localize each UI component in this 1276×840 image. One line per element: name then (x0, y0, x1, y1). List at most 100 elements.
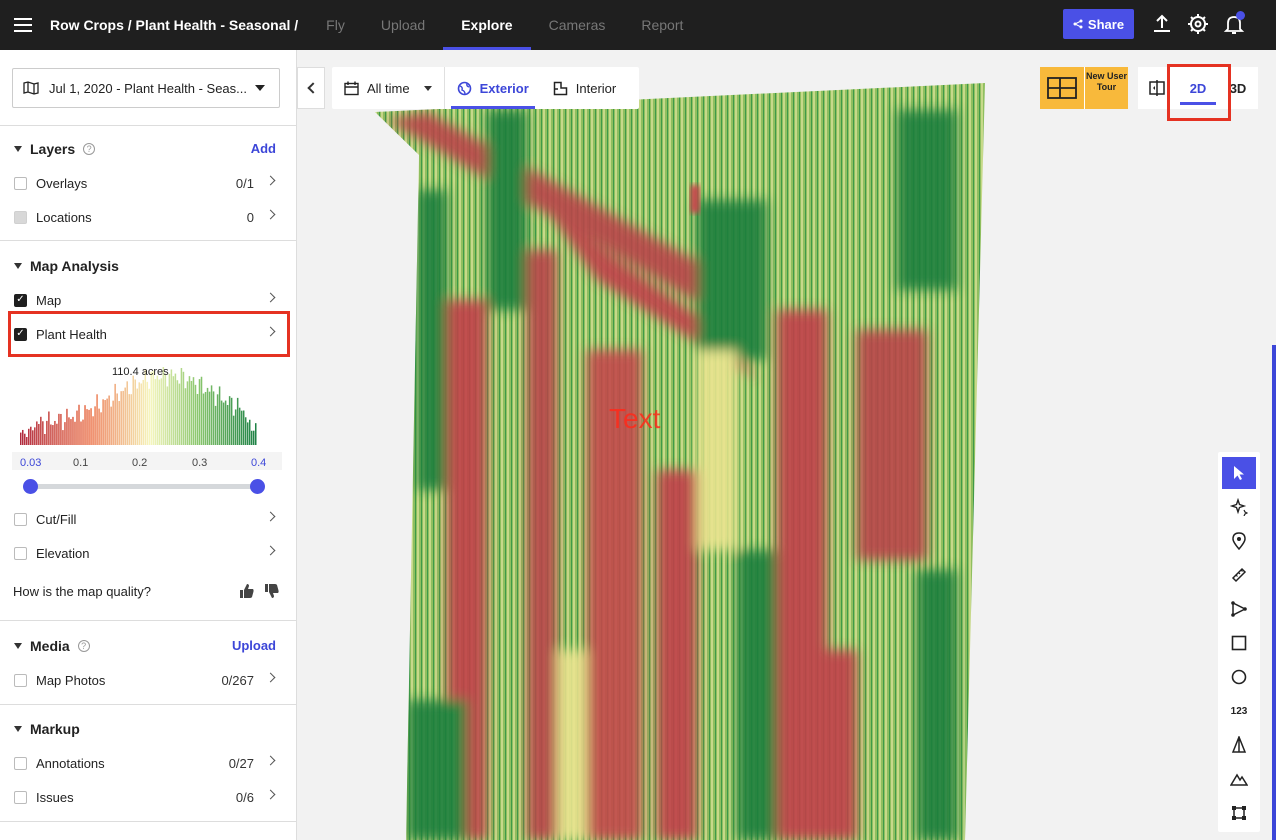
map-photos-label: Map Photos (36, 672, 106, 688)
histogram-bar (42, 421, 44, 445)
map-photos-checkbox[interactable] (14, 673, 27, 687)
location-tool[interactable] (1222, 525, 1256, 557)
calendar-icon (344, 81, 359, 95)
histogram-bar (198, 379, 201, 445)
tab-exterior[interactable]: Exterior (445, 67, 541, 109)
tab-interior[interactable]: Interior (541, 67, 628, 109)
histogram-bar (248, 419, 251, 445)
tab-explore[interactable]: Explore (443, 0, 531, 50)
sidebar-item-map[interactable]: ✓ Map (14, 290, 278, 310)
count-tool[interactable]: 123 (1222, 695, 1256, 727)
tab-cameras[interactable]: Cameras (531, 0, 624, 50)
sidebar-item-locations[interactable]: Locations 0 (14, 207, 278, 227)
histogram-bar (70, 419, 72, 445)
histogram-bar (156, 375, 159, 445)
cut-fill-checkbox[interactable] (14, 512, 27, 526)
chevron-right-icon[interactable] (265, 511, 276, 522)
edge-panel (1272, 345, 1276, 840)
menu-icon[interactable] (0, 0, 46, 50)
tab-fly[interactable]: Fly (308, 0, 363, 50)
tick-label: 0.2 (132, 457, 148, 469)
issues-label: Issues (36, 789, 74, 805)
time-filter-dropdown[interactable]: All time (332, 67, 444, 109)
map-checkbox[interactable]: ✓ (14, 293, 27, 307)
add-layer-button[interactable]: Add (251, 141, 276, 156)
histogram-bar (38, 424, 40, 445)
rectangle-tool[interactable] (1222, 627, 1256, 659)
range-slider-track[interactable] (30, 484, 257, 489)
sidebar-item-overlays[interactable]: Overlays 0/1 (14, 173, 278, 193)
map-viewport[interactable] (297, 50, 1276, 840)
overlays-label: Overlays (36, 175, 88, 191)
annotations-checkbox[interactable] (14, 756, 27, 770)
divider (0, 240, 296, 241)
sidebar-item-issues[interactable]: Issues 0/6 (14, 787, 278, 807)
pointer-tool[interactable] (1222, 457, 1256, 489)
histogram-bar (170, 369, 173, 445)
locations-checkbox[interactable] (14, 210, 27, 224)
help-icon[interactable]: ? (83, 143, 96, 155)
cut-fill-label: Cut/Fill (36, 511, 77, 527)
square-icon (1231, 635, 1247, 651)
circle-tool[interactable] (1222, 661, 1256, 693)
histogram-bar (68, 417, 70, 445)
range-slider-max-handle[interactable] (249, 479, 265, 494)
tab-upload[interactable]: Upload (363, 0, 443, 50)
map-analysis-section-header[interactable]: Map Analysis (14, 258, 119, 274)
chevron-right-icon[interactable] (265, 755, 276, 766)
histogram-bar (114, 383, 116, 445)
ruler-tool[interactable] (1222, 559, 1256, 591)
collapse-sidebar-button[interactable] (297, 67, 325, 109)
terrain-tool[interactable] (1222, 763, 1256, 795)
thumbs-up-icon[interactable] (239, 583, 255, 599)
chevron-right-icon[interactable] (265, 209, 276, 220)
volume-tool[interactable] (1222, 729, 1256, 761)
magic-icon (1230, 498, 1248, 516)
chevron-right-icon[interactable] (265, 545, 276, 556)
chevron-right-icon[interactable] (265, 672, 276, 683)
new-user-tour-button[interactable]: New User Tour (1040, 67, 1128, 109)
sidebar-item-map-photos[interactable]: Map Photos 0/267 (14, 670, 278, 690)
histogram-bar (84, 405, 86, 445)
upload-icon[interactable] (1151, 13, 1173, 35)
highlight-box-2d (1167, 64, 1231, 121)
histogram-bar (148, 388, 151, 445)
sidebar-item-annotations[interactable]: Annotations 0/27 (14, 753, 278, 773)
histogram-bar (226, 404, 229, 445)
map-text-annotation[interactable]: Text (609, 403, 660, 435)
chevron-right-icon[interactable] (265, 292, 276, 303)
layers-section-header[interactable]: Layers ? (14, 141, 96, 157)
histogram-bar (190, 380, 193, 445)
histogram-bar (124, 387, 126, 445)
plant-health-map[interactable] (297, 50, 1276, 840)
histogram-bar (106, 398, 108, 445)
histogram-bar (40, 416, 42, 445)
magic-tool[interactable] (1222, 491, 1256, 523)
histogram-bar (212, 391, 215, 445)
upload-media-button[interactable]: Upload (232, 638, 276, 653)
help-icon[interactable]: ? (77, 640, 90, 652)
media-section-header[interactable]: Media ? (14, 638, 90, 654)
share-button[interactable]: Share (1063, 9, 1134, 39)
thumbs-down-icon[interactable] (264, 583, 280, 599)
chevron-right-icon[interactable] (265, 175, 276, 186)
sidebar-item-cut-fill[interactable]: Cut/Fill (14, 509, 278, 529)
sidebar-item-elevation[interactable]: Elevation (14, 543, 278, 563)
overlays-checkbox[interactable] (14, 176, 27, 190)
gear-icon[interactable] (1187, 13, 1209, 35)
tab-report[interactable]: Report (623, 0, 701, 50)
divider (0, 821, 296, 822)
date-select[interactable]: Jul 1, 2020 - Plant Health - Seas... (12, 68, 280, 108)
range-slider-min-handle[interactable] (22, 479, 38, 494)
polyline-tool[interactable] (1222, 593, 1256, 625)
breadcrumb[interactable]: Row Crops / Plant Health - Seasonal / (50, 17, 298, 33)
chevron-right-icon[interactable] (265, 789, 276, 800)
crop-tool[interactable] (1222, 797, 1256, 829)
histogram-bar (234, 409, 237, 445)
tick-label: 0.1 (73, 457, 89, 469)
circle-icon (1231, 669, 1247, 685)
elevation-checkbox[interactable] (14, 546, 27, 560)
issues-checkbox[interactable] (14, 790, 27, 804)
chevron-down-icon (423, 85, 432, 91)
markup-section-header[interactable]: Markup (14, 721, 80, 737)
